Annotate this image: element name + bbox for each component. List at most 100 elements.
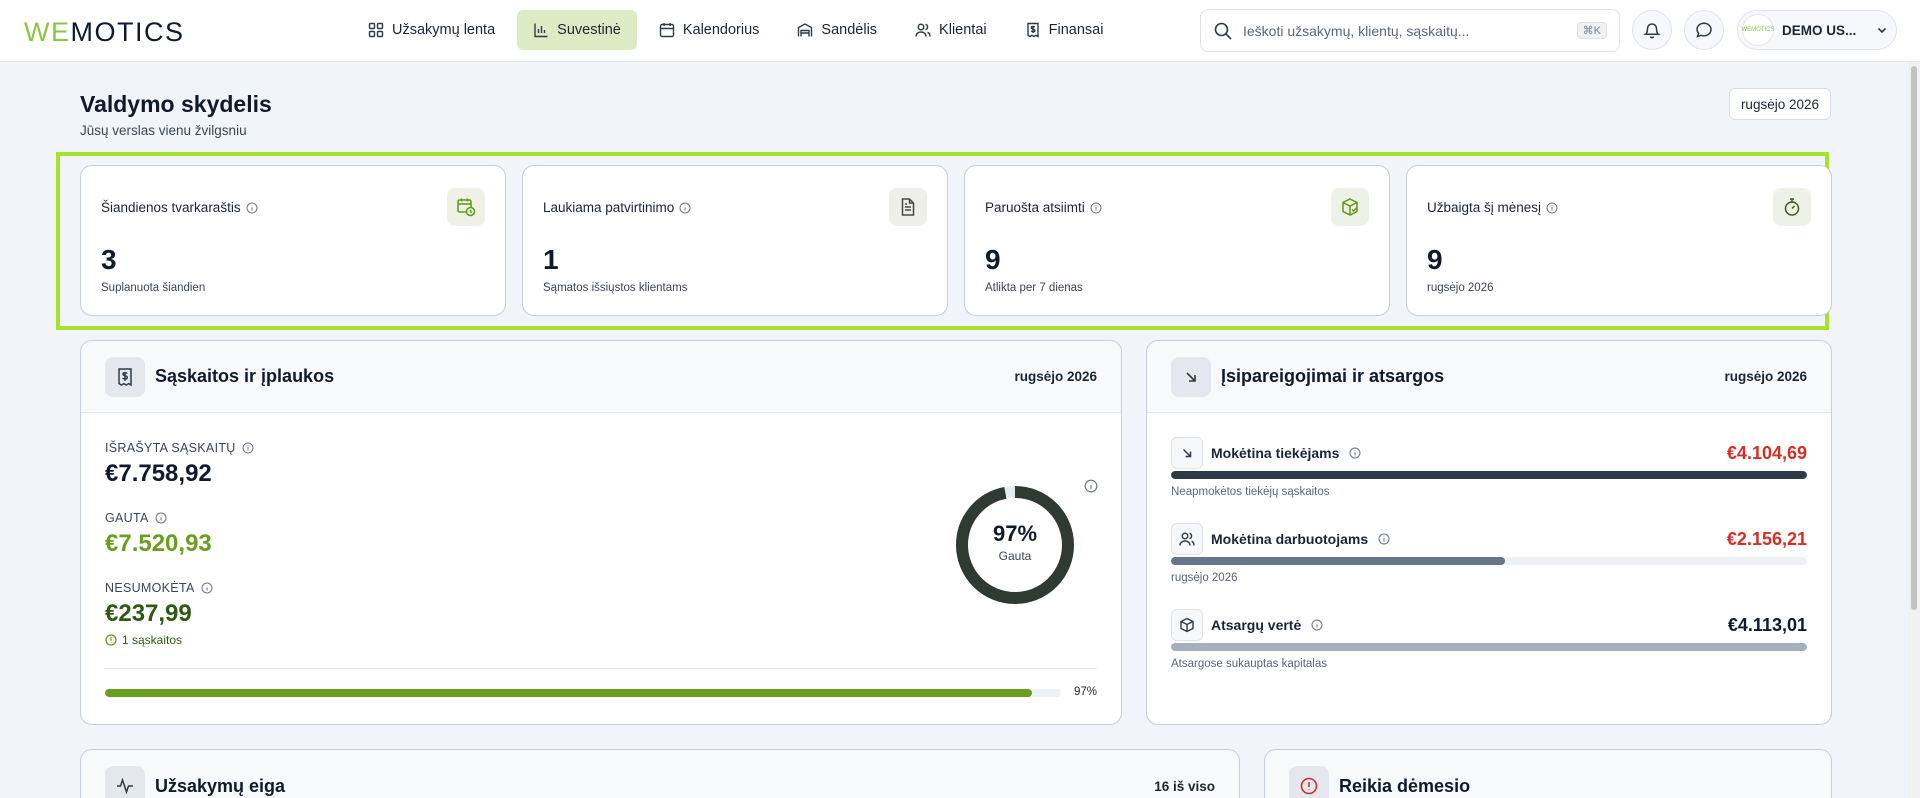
card-title: Reikia dėmesio [1339,775,1471,796]
notifications-button[interactable] [1632,10,1672,50]
info-icon[interactable] [246,202,258,214]
liability-row-employees[interactable]: Mokėtina darbuotojams €2.156,21 rugsėjo … [1171,523,1807,603]
card-title: Sąskaitos ir įplaukos [155,366,335,386]
nav-item-warehouse[interactable]: Sandėlis [781,10,893,50]
card-title: Užsakymų eiga [155,775,286,796]
kpi-card-ready-for-pickup[interactable]: Paruošta atsiimti 9 Atlikta per 7 dienas [964,165,1390,316]
calendar-clock-icon [457,198,476,217]
unpaid-value: €237,99 [105,600,192,627]
info-icon[interactable] [679,202,691,214]
kpi-value: 3 [101,244,117,275]
issued-invoices-label: IŠRAŠYTA SĄSKAITŲ [105,441,236,455]
month-selector[interactable]: rugsėjo 2026 [1728,88,1831,120]
liability-row-suppliers[interactable]: Mokėtina tiekėjams €4.104,69 Neapmokėtos… [1171,437,1807,517]
kpi-value: 9 [1427,244,1443,275]
page-subtitle: Jūsų verslas vienu žvilgsniu [80,123,247,138]
nav-item-clients[interactable]: Klientai [899,10,1003,50]
unpaid-count-text: 1 sąskaitos [122,633,183,647]
document-icon [901,198,915,216]
nav-item-finance[interactable]: Finansai [1009,10,1120,50]
invoices-card: Sąskaitos ir įplaukos rugsėjo 2026 IŠRAŠ… [80,340,1122,725]
page-title: Valdymo skydelis [80,91,272,117]
liability-name: Atsargų vertė [1211,617,1302,633]
nav-item-label: Užsakymų lenta [392,22,496,38]
info-icon[interactable] [1378,533,1390,545]
unpaid-count[interactable]: 1 sąskaitos [105,633,182,647]
search-icon [1214,22,1232,40]
orders-flow-card-header: Užsakymų eiga 16 iš viso [81,750,1239,798]
kpi-subtext: Sąmatos išsiųstos klientams [543,282,688,294]
calendar-icon [659,23,675,38]
user-menu-button[interactable]: WEMOTICS DEMO US... [1737,10,1897,50]
receipt-icon [1026,22,1039,38]
liability-amount: €2.156,21 [1726,529,1807,549]
nav-item-calendar[interactable]: Kalendorius [643,10,776,50]
alert-circle-icon [105,634,117,646]
users-icon [915,23,931,37]
kpi-subtext: Atlikta per 7 dienas [985,282,1083,294]
info-icon[interactable] [1546,202,1558,214]
card-title: Įsipareigojimai ir atsargos [1221,366,1445,386]
box-icon [1180,617,1194,633]
info-icon[interactable] [1090,202,1102,214]
info-icon[interactable] [1311,619,1323,631]
brand-logo[interactable]: WE MOTICS [24,17,185,48]
avatar: WEMOTICS [1742,14,1775,46]
liability-amount: €4.104,69 [1726,443,1807,463]
nav-item-label: Suvestinė [557,22,621,38]
liability-bar [1171,557,1807,565]
activity-icon [117,777,133,795]
liability-bar [1171,643,1807,651]
invoices-card-header: Sąskaitos ir įplaukos rugsėjo 2026 [81,341,1121,413]
liability-subtext: rugsėjo 2026 [1171,572,1238,584]
card-period: rugsėjo 2026 [1724,369,1807,384]
arrow-down-right-icon [1182,448,1192,458]
liability-amount: €4.113,01 [1727,615,1807,635]
received-value: €7.520,93 [105,530,212,557]
info-icon[interactable] [1349,447,1361,459]
info-icon[interactable] [201,582,213,594]
liability-bar-fill [1171,643,1807,651]
kpi-subtext: rugsėjo 2026 [1427,282,1494,294]
nav-item-label: Klientai [939,22,987,38]
search-input[interactable] [1243,22,1577,39]
main-nav: Užsakymų lenta Suvestinė Kalendorius San… [352,10,1119,50]
issued-invoices-value: €7.758,92 [105,460,212,487]
nav-item-label: Finansai [1048,22,1104,38]
kpi-card-completed-this-month[interactable]: Užbaigta šį mėnesį 9 rugsėjo 2026 [1406,165,1832,316]
attention-card: Reikia dėmesio [1264,749,1832,798]
global-search[interactable]: ⌘K [1200,9,1620,52]
received-donut-chart: 97% Gauta [953,483,1077,607]
liability-bar-fill [1171,557,1505,565]
page-scrollbar-track[interactable] [1908,62,1920,798]
messages-button[interactable] [1684,10,1724,50]
liability-subtext: Atsargose sukauptas kapitalas [1171,658,1327,670]
info-icon[interactable] [155,512,167,524]
kpi-label: Paruošta atsiimti [985,200,1085,215]
nav-item-summary[interactable]: Suvestinė [517,10,637,50]
bar-chart-icon [534,23,548,38]
card-period: rugsėjo 2026 [1014,369,1097,384]
kpi-value: 1 [543,244,559,275]
kpi-card-today-schedule[interactable]: Šiandienos tvarkaraštis 3 Suplanuota šia… [80,165,506,316]
stopwatch-icon [1784,198,1800,216]
liability-bar [1171,471,1807,479]
page-scrollbar-thumb[interactable] [1911,66,1917,610]
nav-item-label: Sandėlis [821,22,878,38]
liability-row-inventory[interactable]: Atsargų vertė €4.113,01 Atsargose sukaup… [1171,609,1807,689]
donut-label: Gauta [998,549,1032,563]
attention-card-header: Reikia dėmesio [1265,750,1831,798]
kpi-card-awaiting-approval[interactable]: Laukiama patvirtinimo 1 Sąmatos išsiųsto… [522,165,948,316]
orders-count: 16 iš viso [1154,778,1215,794]
kpi-label: Šiandienos tvarkaraštis [101,200,241,215]
info-icon[interactable] [1084,479,1098,493]
progress-fill [105,689,1033,697]
info-icon[interactable] [242,442,254,454]
progress-percentage: 97% [1073,686,1097,698]
divider [105,668,1097,669]
liabilities-card-header: Įsipareigojimai ir atsargos rugsėjo 2026 [1147,341,1831,413]
nav-item-order-board[interactable]: Užsakymų lenta [352,10,511,50]
search-shortcut-badge: ⌘K [1576,22,1607,39]
chevron-down-icon [1877,27,1887,34]
liabilities-card: Įsipareigojimai ir atsargos rugsėjo 2026… [1146,340,1832,725]
